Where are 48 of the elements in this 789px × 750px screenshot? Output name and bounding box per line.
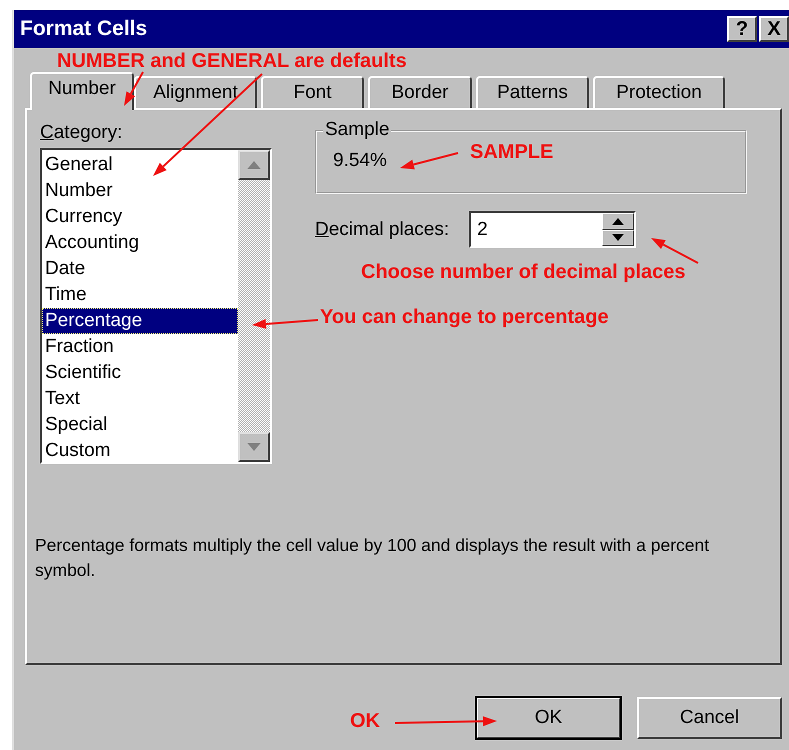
list-item[interactable]: Special: [42, 412, 238, 438]
list-item[interactable]: Fraction: [42, 334, 238, 360]
annotation-text: NUMBER and GENERAL are defaults: [57, 50, 407, 73]
down-arrow-icon: [247, 443, 261, 451]
up-arrow-icon: [247, 161, 261, 169]
list-item[interactable]: Currency: [42, 204, 238, 230]
title-bar-button[interactable]: ?: [727, 16, 757, 42]
down-arrow-icon: [612, 234, 624, 242]
annotation-text: SAMPLE: [470, 141, 554, 164]
list-item[interactable]: Time: [42, 282, 238, 308]
sample-value: 9.54%: [333, 150, 387, 171]
tab[interactable]: Protection: [593, 76, 725, 108]
title-bar-button[interactable]: X: [759, 16, 789, 42]
annotation-text: Choose number of decimal places: [361, 261, 686, 284]
spin-up-button[interactable]: [602, 213, 634, 230]
group-label: Sample: [323, 119, 392, 141]
window-title: Format Cells: [20, 17, 148, 41]
description-text: Percentage formats multiply the cell value by 100 and displays the result with a percent symbol.: [35, 534, 710, 582]
list-item[interactable]: Date: [42, 256, 238, 282]
tab[interactable]: Border: [368, 76, 472, 108]
annotation-arrow: [252, 318, 318, 329]
list-item[interactable]: General: [42, 152, 238, 178]
list-item[interactable]: Text: [42, 386, 238, 412]
spin-down-button[interactable]: [602, 230, 634, 246]
list-item[interactable]: Accounting: [42, 230, 238, 256]
decimal-places-label: Decimal places:: [315, 218, 450, 240]
up-arrow-icon: [612, 218, 624, 225]
scrollbar[interactable]: [238, 150, 270, 462]
tab[interactable]: Alignment: [134, 76, 257, 108]
list-item[interactable]: Number: [42, 178, 238, 204]
annotation-arrow: [651, 238, 698, 264]
annotation-text: You can change to percentage: [320, 306, 609, 329]
list-item[interactable]: Percentage: [42, 308, 238, 334]
list-item[interactable]: Custom: [42, 438, 238, 464]
annotation-text: OK: [350, 710, 380, 733]
scroll-up-button[interactable]: [238, 150, 270, 180]
decimal-places-spinner[interactable]: 2: [469, 211, 636, 248]
dialog-button[interactable]: OK: [476, 697, 621, 739]
list-item[interactable]: Scientific: [42, 360, 238, 386]
annotation-arrow: [400, 152, 458, 170]
tab[interactable]: Font: [261, 76, 364, 108]
category-list[interactable]: General Number Currency Accounting Date Time Percentage Fraction Scientific Text Special Custom: [40, 148, 272, 464]
category-label: Category:: [40, 122, 124, 144]
tab[interactable]: Patterns: [476, 76, 589, 108]
tab[interactable]: Number: [30, 72, 134, 110]
scroll-down-button[interactable]: [238, 432, 270, 462]
dialog-button[interactable]: Cancel: [637, 697, 782, 739]
annotation-arrow: [124, 72, 144, 106]
